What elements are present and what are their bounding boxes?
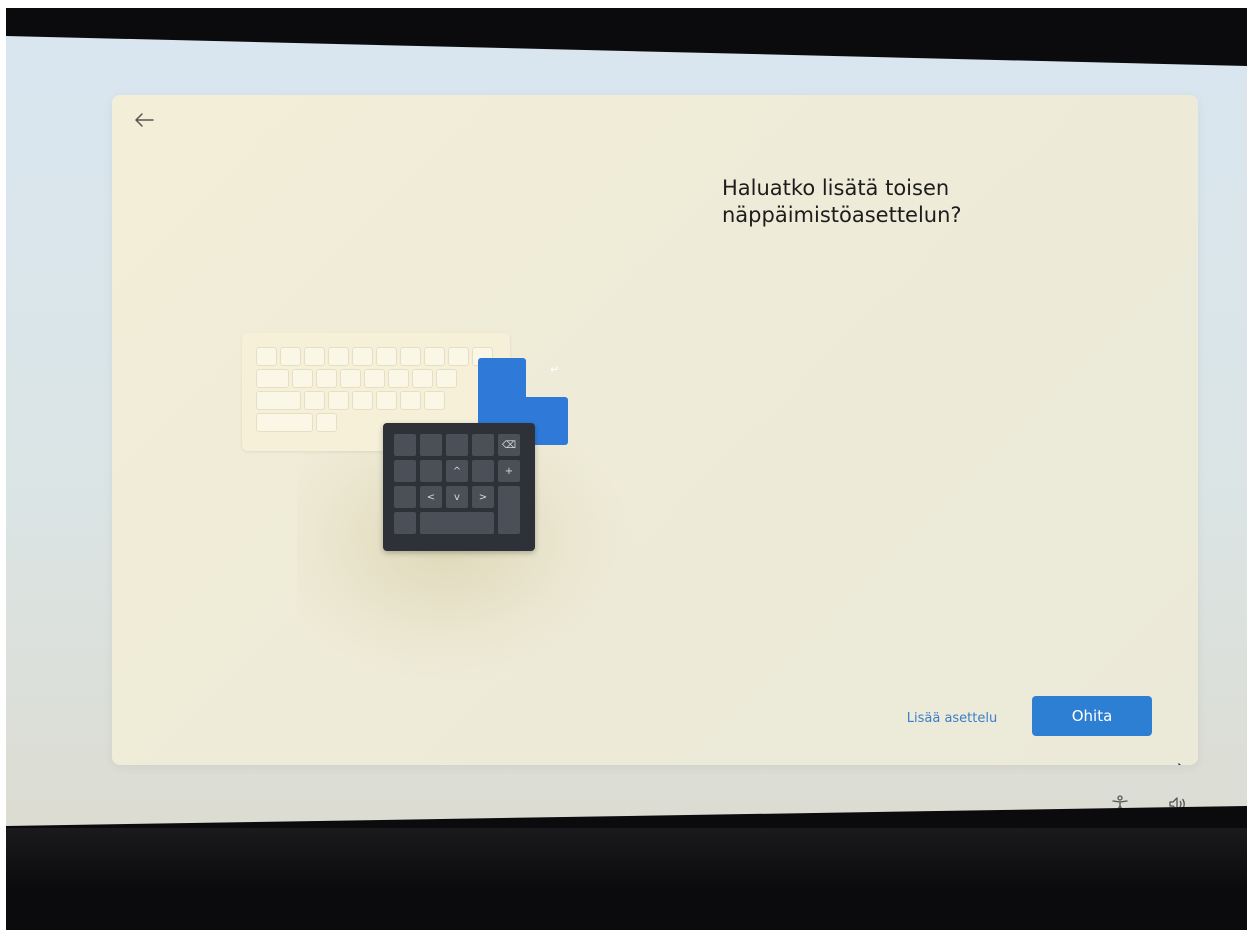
arrow-left-key-icon: <: [420, 486, 442, 508]
keyboard-key: [304, 391, 325, 410]
keyboard-key: [388, 369, 409, 388]
numpad-graphic: ⌫ ^ + < v >: [383, 423, 535, 551]
keyboard-key: [256, 391, 301, 410]
keyboard-key: [424, 391, 445, 410]
arrow-up-key-icon: ^: [446, 460, 468, 482]
volume-icon[interactable]: [1168, 794, 1188, 814]
keyboard-key: [256, 369, 289, 388]
arrow-down-key-icon: v: [446, 486, 468, 508]
keyboard-key: [256, 413, 313, 432]
keyboard-key: [340, 369, 361, 388]
enter-icon: ↵: [550, 363, 560, 376]
monitor-bottom-bezel: [6, 828, 1247, 930]
backspace-key-icon: ⌫: [498, 434, 520, 456]
skip-button[interactable]: Ohita: [1032, 696, 1152, 736]
arrow-right-key-icon: >: [472, 486, 494, 508]
photo-frame: Haluatko lisätä toisen näppäimistöasette…: [0, 0, 1247, 940]
keyboard-key: [412, 369, 433, 388]
oobe-dialog: Haluatko lisätä toisen näppäimistöasette…: [112, 95, 1198, 765]
plus-key-icon: +: [498, 460, 520, 482]
keyboard-illustration: ↵ ⌫ ^ + < v >: [242, 333, 627, 678]
numpad-key: [394, 512, 416, 534]
keyboard-key: [352, 391, 373, 410]
add-layout-button[interactable]: Lisää asettelu: [892, 703, 1012, 733]
numpad-key: [420, 512, 494, 534]
numpad-key: [394, 460, 416, 482]
keyboard-key: [424, 347, 445, 366]
keyboard-key: [328, 347, 349, 366]
numpad-key: [394, 434, 416, 456]
keyboard-key: [256, 347, 277, 366]
keyboard-key: [292, 369, 313, 388]
accessibility-icon[interactable]: [1110, 794, 1130, 814]
keyboard-key: [364, 369, 385, 388]
keyboard-key: [280, 347, 301, 366]
keyboard-key: [436, 369, 457, 388]
numpad-key: [420, 460, 442, 482]
page-title: Haluatko lisätä toisen näppäimistöasette…: [722, 176, 962, 227]
keyboard-key: [316, 369, 337, 388]
keyboard-key: [376, 391, 397, 410]
numpad-key: [394, 486, 416, 508]
numpad-key: [472, 460, 494, 482]
numpad-key: [498, 486, 520, 534]
mouse-cursor-icon: [1178, 763, 1192, 765]
arrow-left-icon: [135, 113, 154, 127]
keyboard-key: [352, 347, 373, 366]
monitor-bezel: Haluatko lisätä toisen näppäimistöasette…: [6, 8, 1247, 930]
screen: Haluatko lisätä toisen näppäimistöasette…: [6, 36, 1247, 826]
keyboard-key: [448, 347, 469, 366]
keyboard-key: [304, 347, 325, 366]
keyboard-key: [316, 413, 337, 432]
numpad-key: [446, 434, 468, 456]
keyboard-key: [376, 347, 397, 366]
back-button[interactable]: [126, 105, 162, 135]
keyboard-key: [328, 391, 349, 410]
numpad-key: [472, 434, 494, 456]
keyboard-key: [400, 391, 421, 410]
keyboard-key: [400, 347, 421, 366]
numpad-key: [420, 434, 442, 456]
